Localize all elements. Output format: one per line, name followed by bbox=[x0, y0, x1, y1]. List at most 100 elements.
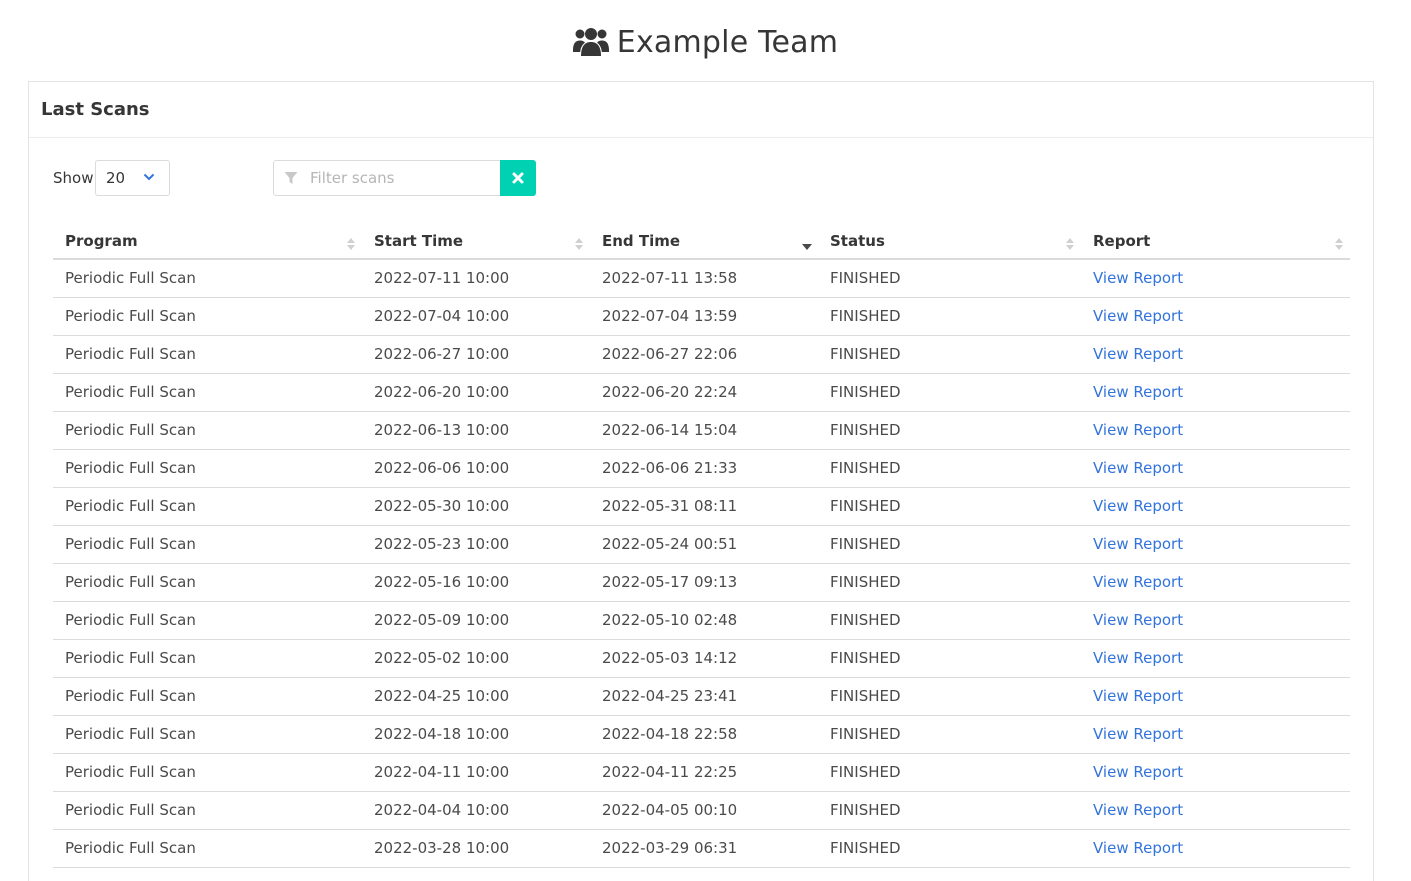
end-time-cell: 2022-04-11 22:25 bbox=[590, 753, 818, 792]
table-header-row: Program Start Time End Time Status Repor… bbox=[53, 223, 1350, 260]
page-size-select[interactable]: 20 bbox=[95, 160, 170, 196]
sort-desc-icon bbox=[802, 244, 812, 250]
table-row: Periodic Full Scan 2022-05-02 10:00 2022-0… bbox=[53, 639, 1350, 678]
program-cell: Periodic Full Scan bbox=[53, 411, 362, 450]
view-report-link[interactable]: View Report bbox=[1093, 497, 1183, 515]
program-cell: Periodic Full Scan bbox=[53, 449, 362, 488]
start-time-cell: 2022-03-28 10:00 bbox=[362, 829, 590, 868]
team-name: Example Team bbox=[616, 24, 839, 60]
start-time-cell: 2022-05-30 10:00 bbox=[362, 487, 590, 526]
view-report-link[interactable]: View Report bbox=[1093, 649, 1183, 667]
report-cell: View Report bbox=[1081, 563, 1350, 602]
table-row: Periodic Full Scan 2022-05-30 10:00 2022-0… bbox=[53, 487, 1350, 526]
close-icon bbox=[512, 172, 524, 184]
column-label: End Time bbox=[602, 231, 681, 250]
view-report-link[interactable]: View Report bbox=[1093, 611, 1183, 629]
end-time-cell: 2022-03-29 06:31 bbox=[590, 829, 818, 868]
start-time-cell: 2022-06-13 10:00 bbox=[362, 411, 590, 450]
report-cell: View Report bbox=[1081, 677, 1350, 716]
clear-filter-button[interactable] bbox=[500, 160, 536, 196]
end-time-cell: 2022-04-25 23:41 bbox=[590, 677, 818, 716]
start-time-cell: 2022-05-16 10:00 bbox=[362, 563, 590, 602]
table-row: Periodic Full Scan 2022-04-25 10:00 2022-0… bbox=[53, 677, 1350, 716]
program-cell: Periodic Full Scan bbox=[53, 639, 362, 678]
status-cell: FINISHED bbox=[818, 829, 1081, 868]
status-cell: FINISHED bbox=[818, 259, 1081, 298]
end-time-cell: 2022-07-04 13:59 bbox=[590, 297, 818, 336]
column-header-end-time[interactable]: End Time bbox=[590, 223, 818, 260]
program-cell: Periodic Full Scan bbox=[53, 487, 362, 526]
status-cell: FINISHED bbox=[818, 487, 1081, 526]
users-icon bbox=[572, 28, 609, 56]
end-time-cell: 2022-06-27 22:06 bbox=[590, 335, 818, 374]
column-label: Report bbox=[1093, 231, 1151, 250]
filter-icon bbox=[284, 172, 298, 184]
card-title: Last Scans bbox=[41, 99, 150, 120]
start-time-cell: 2022-04-25 10:00 bbox=[362, 677, 590, 716]
program-cell: Periodic Full Scan bbox=[53, 715, 362, 754]
program-cell: Periodic Full Scan bbox=[53, 259, 362, 298]
program-cell: Periodic Full Scan bbox=[53, 601, 362, 640]
report-cell: View Report bbox=[1081, 753, 1350, 792]
table-row: Periodic Full Scan 2022-06-13 10:00 2022-0… bbox=[53, 411, 1350, 450]
view-report-link[interactable]: View Report bbox=[1093, 687, 1183, 705]
table-row: Periodic Full Scan 2022-06-20 10:00 2022-0… bbox=[53, 373, 1350, 412]
end-time-cell: 2022-06-14 15:04 bbox=[590, 411, 818, 450]
end-time-cell: 2022-05-03 14:12 bbox=[590, 639, 818, 678]
program-cell: Periodic Full Scan bbox=[53, 525, 362, 564]
page-size-value: 20 bbox=[106, 169, 126, 187]
view-report-link[interactable]: View Report bbox=[1093, 725, 1183, 743]
start-time-cell: 2022-07-04 10:00 bbox=[362, 297, 590, 336]
program-cell: Periodic Full Scan bbox=[53, 791, 362, 830]
table-row: Periodic Full Scan 2022-05-09 10:00 2022-0… bbox=[53, 601, 1350, 640]
column-header-program[interactable]: Program bbox=[53, 223, 362, 260]
table-body: Periodic Full Scan 2022-07-11 10:00 2022-0… bbox=[53, 259, 1350, 868]
table-row: Periodic Full Scan 2022-06-06 10:00 2022-0… bbox=[53, 449, 1350, 488]
view-report-link[interactable]: View Report bbox=[1093, 345, 1183, 363]
report-cell: View Report bbox=[1081, 829, 1350, 868]
view-report-link[interactable]: View Report bbox=[1093, 307, 1183, 325]
report-cell: View Report bbox=[1081, 601, 1350, 640]
report-cell: View Report bbox=[1081, 639, 1350, 678]
sort-icon bbox=[1335, 238, 1343, 250]
view-report-link[interactable]: View Report bbox=[1093, 421, 1183, 439]
table-row: Periodic Full Scan 2022-04-18 10:00 2022-0… bbox=[53, 715, 1350, 754]
start-time-cell: 2022-05-09 10:00 bbox=[362, 601, 590, 640]
report-cell: View Report bbox=[1081, 487, 1350, 526]
status-cell: FINISHED bbox=[818, 563, 1081, 602]
view-report-link[interactable]: View Report bbox=[1093, 383, 1183, 401]
show-label: Show bbox=[53, 169, 94, 187]
status-cell: FINISHED bbox=[818, 601, 1081, 640]
start-time-cell: 2022-05-23 10:00 bbox=[362, 525, 590, 564]
status-cell: FINISHED bbox=[818, 639, 1081, 678]
column-header-status[interactable]: Status bbox=[818, 223, 1081, 260]
end-time-cell: 2022-05-17 09:13 bbox=[590, 563, 818, 602]
chevron-down-icon bbox=[143, 173, 155, 181]
column-header-report[interactable]: Report bbox=[1081, 223, 1350, 260]
start-time-cell: 2022-06-27 10:00 bbox=[362, 335, 590, 374]
view-report-link[interactable]: View Report bbox=[1093, 459, 1183, 477]
table-row: Periodic Full Scan 2022-05-16 10:00 2022-0… bbox=[53, 563, 1350, 602]
filter-input[interactable] bbox=[273, 160, 501, 196]
view-report-link[interactable]: View Report bbox=[1093, 763, 1183, 781]
report-cell: View Report bbox=[1081, 411, 1350, 450]
view-report-link[interactable]: View Report bbox=[1093, 801, 1183, 819]
column-header-start-time[interactable]: Start Time bbox=[362, 223, 590, 260]
report-cell: View Report bbox=[1081, 259, 1350, 298]
view-report-link[interactable]: View Report bbox=[1093, 839, 1183, 857]
sort-icon bbox=[575, 238, 583, 250]
table-row: Periodic Full Scan 2022-07-04 10:00 2022-0… bbox=[53, 297, 1350, 336]
view-report-link[interactable]: View Report bbox=[1093, 535, 1183, 553]
report-cell: View Report bbox=[1081, 297, 1350, 336]
view-report-link[interactable]: View Report bbox=[1093, 573, 1183, 591]
table-row: Periodic Full Scan 2022-07-11 10:00 2022-0… bbox=[53, 259, 1350, 298]
program-cell: Periodic Full Scan bbox=[53, 297, 362, 336]
program-cell: Periodic Full Scan bbox=[53, 753, 362, 792]
table-row: Periodic Full Scan 2022-06-27 10:00 2022-0… bbox=[53, 335, 1350, 374]
end-time-cell: 2022-05-31 08:11 bbox=[590, 487, 818, 526]
status-cell: FINISHED bbox=[818, 335, 1081, 374]
report-cell: View Report bbox=[1081, 715, 1350, 754]
view-report-link[interactable]: View Report bbox=[1093, 269, 1183, 287]
report-cell: View Report bbox=[1081, 373, 1350, 412]
filter-group bbox=[273, 160, 536, 196]
